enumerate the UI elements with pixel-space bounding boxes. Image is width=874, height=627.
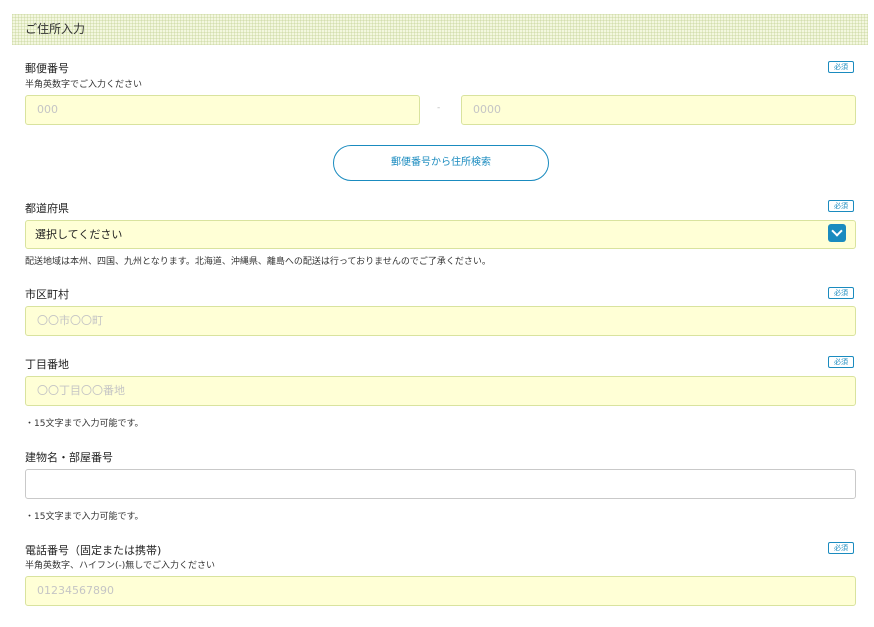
section-title: ご住所入力	[25, 22, 86, 36]
phone-hint: 半角英数字、ハイフン(-)無しでご入力ください	[25, 561, 216, 571]
chevron-down-icon[interactable]	[828, 224, 846, 242]
postal-separator: -	[437, 103, 441, 113]
postal-second-input[interactable]: 0000	[461, 95, 856, 125]
building-label: 建物名・部屋番号	[25, 451, 113, 464]
postal-label: 郵便番号	[25, 62, 69, 75]
prefecture-label: 都道府県	[25, 202, 69, 215]
postal-required-badge: 必須	[828, 61, 854, 73]
block-label: 丁目番地	[25, 358, 69, 371]
prefecture-select[interactable]: 選択してください	[25, 220, 856, 249]
phone-label: 電話番号（固定または携帯)	[25, 544, 162, 557]
block-note: ・15文字まで入力可能です。	[25, 419, 144, 429]
section-header: ご住所入力	[12, 14, 868, 45]
phone-required-badge: 必須	[828, 542, 854, 554]
prefecture-required-badge: 必須	[828, 200, 854, 212]
address-search-button[interactable]: 郵便番号から住所検索	[333, 145, 549, 181]
block-required-badge: 必須	[828, 356, 854, 368]
prefecture-selected-value: 選択してください	[35, 228, 123, 241]
building-note: ・15文字まで入力可能です。	[25, 512, 144, 522]
city-required-badge: 必須	[828, 287, 854, 299]
city-input[interactable]: 〇〇市〇〇町	[25, 306, 856, 336]
postal-hint: 半角英数字でご入力ください	[25, 80, 143, 90]
phone-input[interactable]: 01234567890	[25, 576, 856, 606]
block-input[interactable]: 〇〇丁目〇〇番地	[25, 376, 856, 406]
prefecture-note: 配送地域は本州、四国、九州となります。北海道、沖縄県、離島への配送は行っておりま…	[25, 257, 491, 267]
postal-first-input[interactable]: 000	[25, 95, 420, 125]
building-input[interactable]	[25, 469, 856, 499]
city-label: 市区町村	[25, 288, 69, 301]
